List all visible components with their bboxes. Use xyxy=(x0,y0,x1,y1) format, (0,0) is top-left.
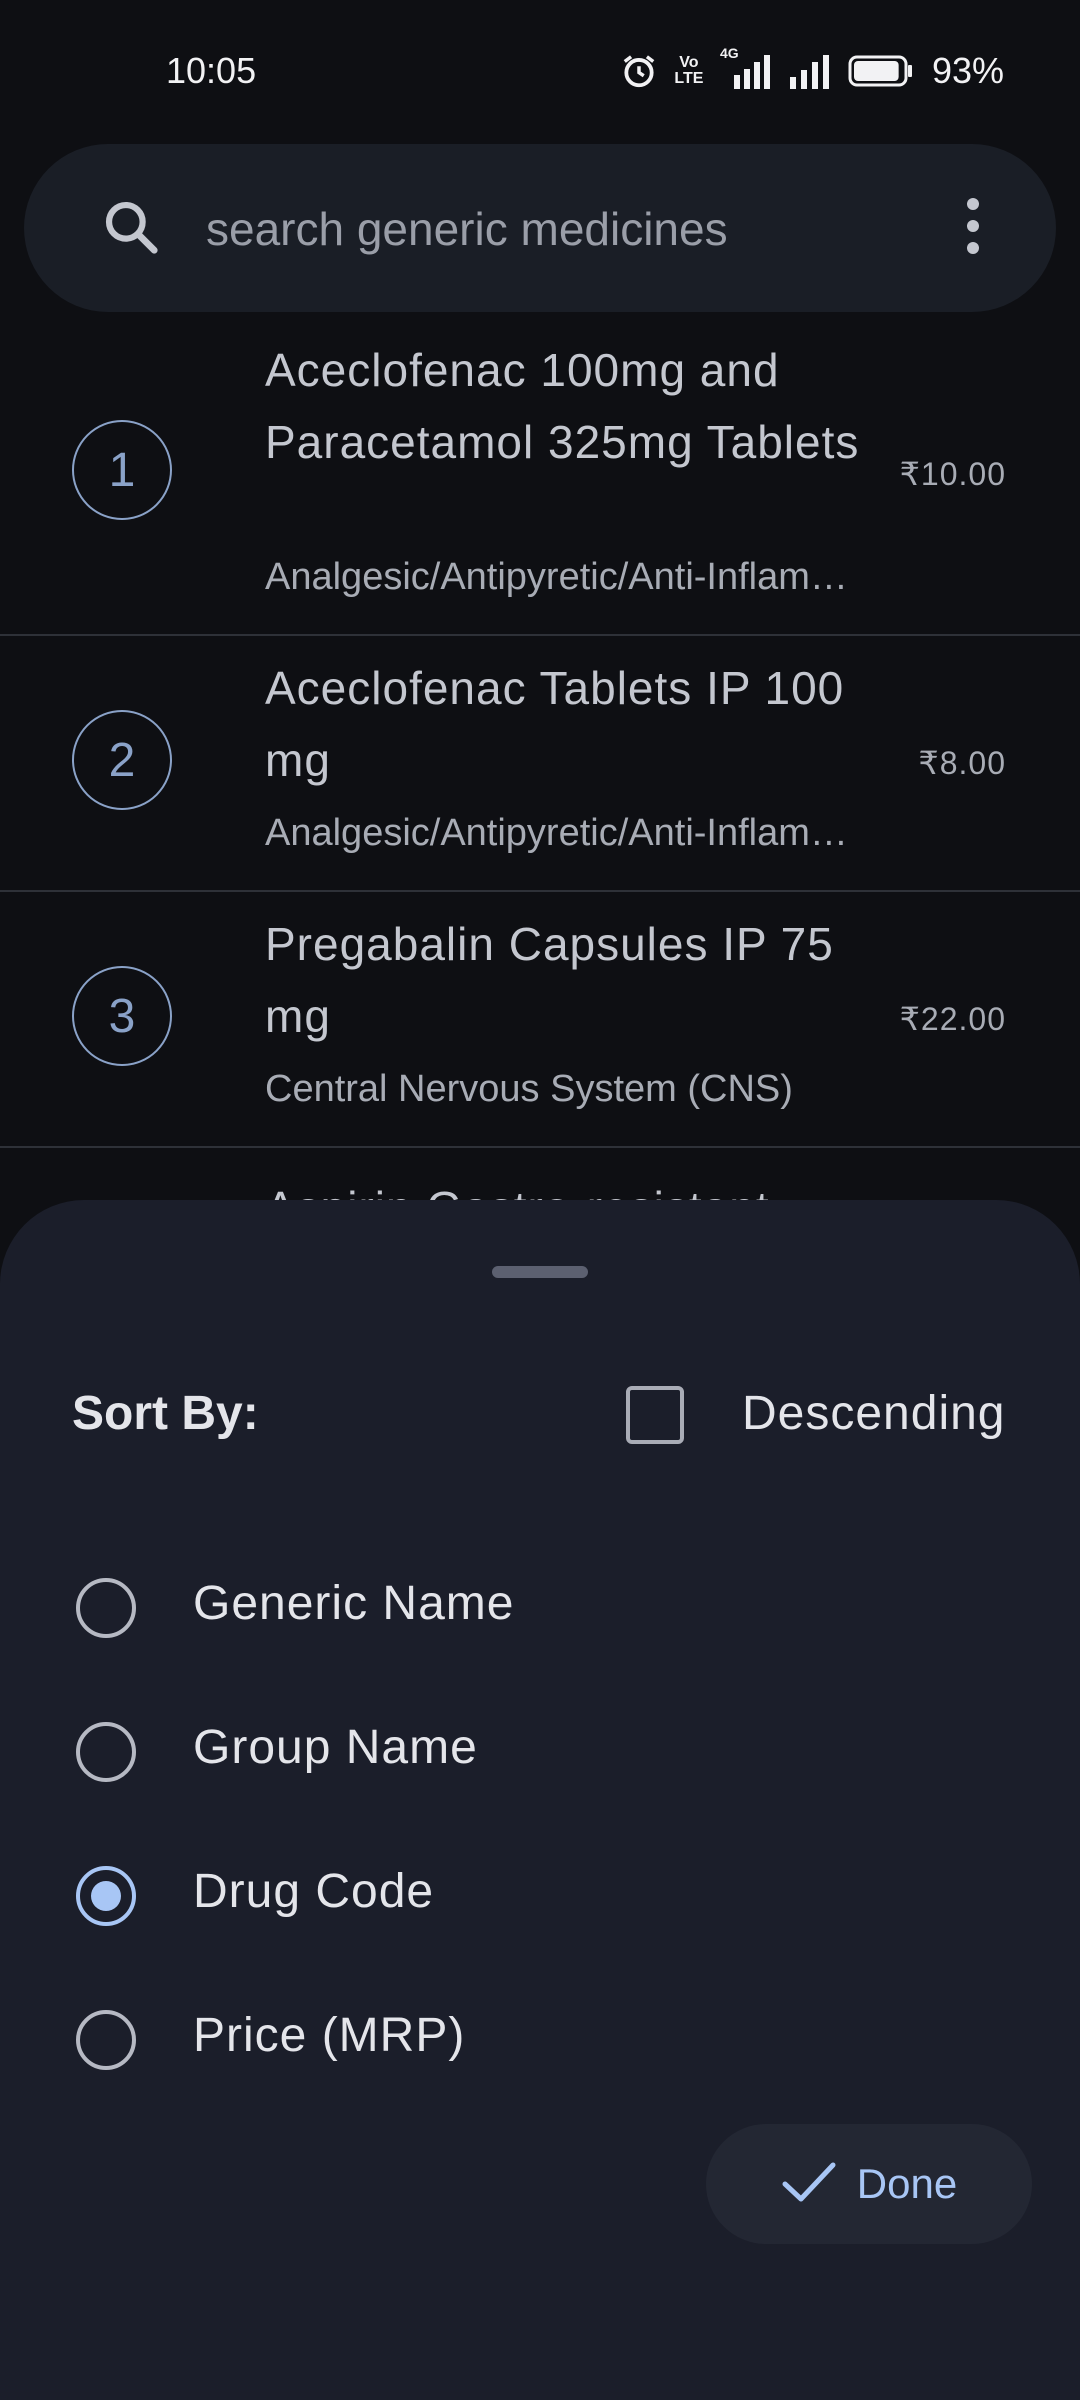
descending-checkbox[interactable] xyxy=(626,1386,684,1444)
status-icons: Vo LTE 4G 93% xyxy=(620,45,1004,92)
sort-by-label: Sort By: xyxy=(72,1387,259,1440)
search-bar xyxy=(24,144,1056,312)
status-bar: 10:05 Vo LTE 4G 93% xyxy=(0,0,1080,140)
item-group: Analgesic/Antipyretic/Anti-Inflammatory xyxy=(265,812,865,854)
list-item[interactable]: 3 Pregabalin Capsules IP 75 mg Central N… xyxy=(0,892,1080,1148)
item-price: ₹8.00 xyxy=(918,745,1006,781)
item-number: 1 xyxy=(72,420,172,520)
signal-icon xyxy=(788,53,834,89)
alarm-icon xyxy=(620,52,658,90)
item-number: 3 xyxy=(72,966,172,1066)
sort-bottom-sheet: Sort By: Descending Generic Name Group N… xyxy=(0,1200,1080,2400)
sort-option-group-name[interactable]: Group Name xyxy=(0,1696,1080,1806)
search-input[interactable] xyxy=(204,194,888,264)
radio-button[interactable] xyxy=(76,1866,136,1926)
status-time: 10:05 xyxy=(166,50,257,91)
sort-option-label: Generic Name xyxy=(193,1577,515,1630)
radio-button[interactable] xyxy=(76,2010,136,2070)
list-item[interactable]: 1 Aceclofenac 100mg and Paracetamol 325m… xyxy=(0,320,1080,636)
sort-option-label: Drug Code xyxy=(193,1865,435,1918)
drag-handle[interactable] xyxy=(492,1266,588,1278)
item-title: Aceclofenac Tablets IP 100 mg xyxy=(265,662,845,786)
item-group: Analgesic/Antipyretic/Anti-Inflammatory xyxy=(265,556,865,598)
item-group: Central Nervous System (CNS) xyxy=(265,1068,793,1110)
radio-button[interactable] xyxy=(76,1578,136,1638)
item-title: Pregabalin Capsules IP 75 mg xyxy=(265,918,834,1042)
sort-option-drug-code[interactable]: Drug Code xyxy=(0,1840,1080,1950)
sort-option-label: Group Name xyxy=(193,1721,478,1774)
item-price: ₹10.00 xyxy=(899,456,1006,492)
list-item[interactable]: 2 Aceclofenac Tablets IP 100 mg Analgesi… xyxy=(0,636,1080,892)
sort-option-label: Price (MRP) xyxy=(193,2009,466,2062)
sort-option-price-mrp[interactable]: Price (MRP) xyxy=(0,1984,1080,2094)
descending-label[interactable]: Descending xyxy=(742,1386,1006,1441)
battery-icon xyxy=(848,54,914,88)
battery-percent: 93% xyxy=(931,50,1004,91)
volte-icon: Vo LTE xyxy=(674,54,704,87)
more-vert-icon[interactable] xyxy=(950,194,996,263)
check-icon xyxy=(781,2160,837,2209)
signal-4g-icon: 4G xyxy=(720,45,774,89)
sort-option-generic-name[interactable]: Generic Name xyxy=(0,1552,1080,1662)
radio-button[interactable] xyxy=(76,1722,136,1782)
done-button[interactable]: Done xyxy=(706,2124,1032,2244)
medicine-list: 1 Aceclofenac 100mg and Paracetamol 325m… xyxy=(0,320,1080,1268)
item-price: ₹22.00 xyxy=(899,1001,1006,1037)
item-title: Aceclofenac 100mg and Paracetamol 325mg … xyxy=(265,344,860,468)
network-type: 4G xyxy=(719,45,739,61)
item-number: 2 xyxy=(72,710,172,810)
search-icon xyxy=(100,196,162,263)
done-label: Done xyxy=(856,2160,958,2207)
